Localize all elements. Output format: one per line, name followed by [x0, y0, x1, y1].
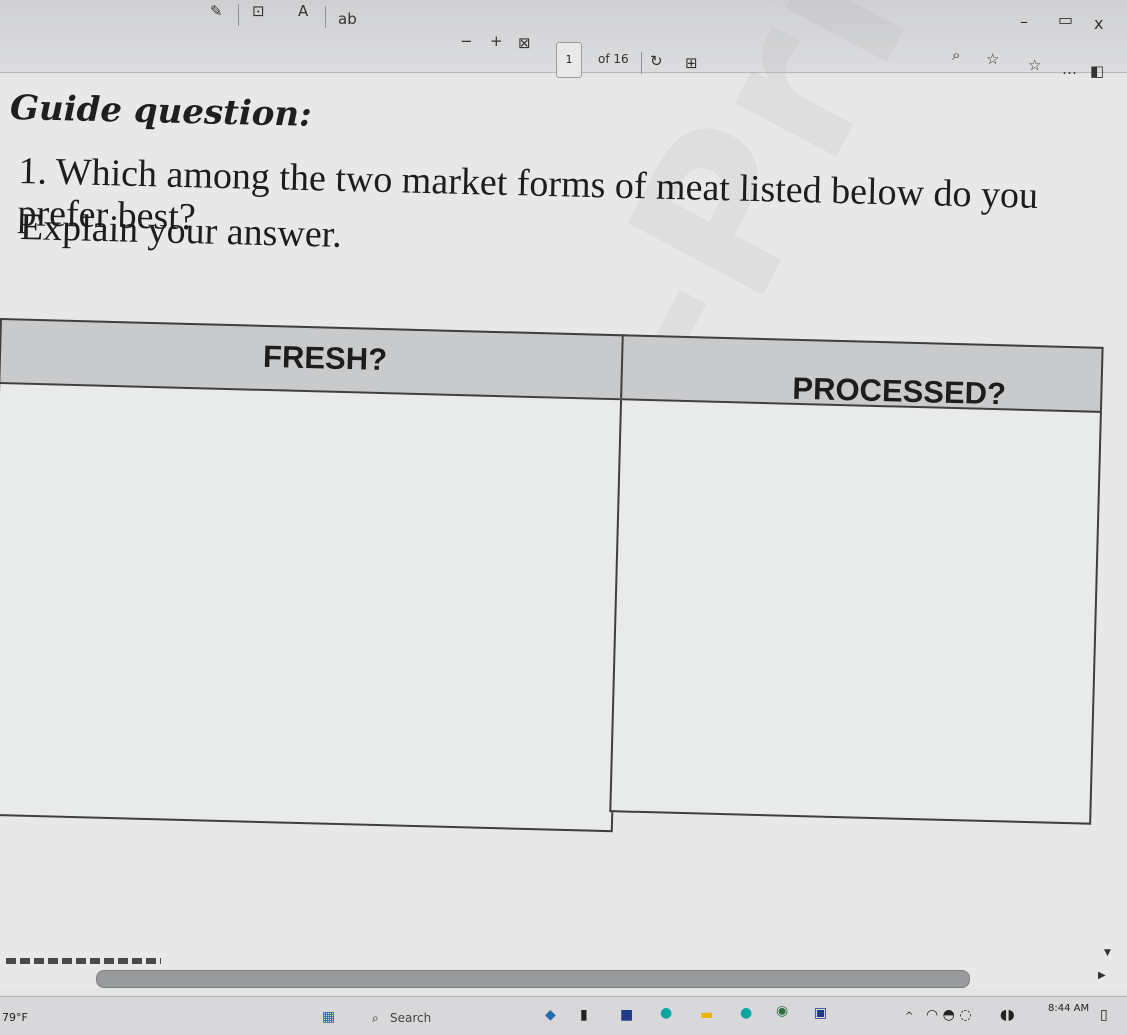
zoom-out-button[interactable]: −: [460, 32, 473, 50]
horizontal-scrollbar[interactable]: [96, 970, 970, 988]
rotate-icon[interactable]: ↻: [650, 52, 663, 70]
restore-icon[interactable]: ▭: [1058, 10, 1073, 29]
task-view-icon[interactable]: ▮: [580, 1007, 588, 1023]
scroll-down-icon[interactable]: ▼: [1104, 948, 1111, 958]
zoom-in-button[interactable]: +: [490, 32, 503, 50]
close-button[interactable]: x: [1094, 14, 1103, 33]
taskbar-search[interactable]: Search: [390, 1011, 431, 1025]
text-box-icon[interactable]: ⊡: [252, 2, 265, 20]
clock[interactable]: 8:44 AM: [1048, 1003, 1089, 1014]
scroll-right-icon[interactable]: ▶: [1098, 970, 1106, 981]
app-icon-2[interactable]: ▣: [814, 1005, 827, 1021]
edge-icon[interactable]: ●: [660, 1005, 672, 1021]
favorite-icon[interactable]: ☆: [986, 50, 999, 68]
toolbar-divider: [325, 6, 326, 28]
page-heading: Guide question:: [9, 88, 313, 135]
fresh-answer-cell[interactable]: [0, 381, 625, 833]
tray-expand-icon[interactable]: ^: [905, 1011, 913, 1022]
chat-icon[interactable]: ◉: [776, 1003, 788, 1019]
fresh-header-label: FRESH?: [262, 338, 388, 378]
page-count-label: of 16: [598, 52, 629, 66]
text-size-icon[interactable]: A: [298, 2, 308, 20]
ab-label[interactable]: ab: [338, 10, 357, 28]
more-icon[interactable]: …: [1062, 60, 1077, 78]
search-icon[interactable]: ⌕: [952, 46, 960, 64]
minimize-button[interactable]: –: [1020, 12, 1028, 31]
toolbar-divider: [238, 4, 239, 26]
start-icon[interactable]: ▦: [322, 1009, 335, 1025]
dashed-line: [6, 958, 161, 964]
weather-label[interactable]: 79°F: [2, 1011, 28, 1024]
search-icon[interactable]: ⌕: [372, 1011, 379, 1026]
app-icon[interactable]: ◆: [545, 1007, 556, 1023]
fit-page-icon[interactable]: ⊠: [518, 34, 531, 52]
toolbar-divider: [641, 52, 642, 74]
draw-icon[interactable]: ✎: [210, 2, 223, 20]
browser-icon[interactable]: ●: [740, 1005, 752, 1021]
taskbar: 79°F ▦ ⌕ Search ◆ ▮ ■ ● ▬ ● ◉ ▣ ^ ◠ ◓ ◌ …: [0, 996, 1127, 1035]
answer-table: FRESH? PROCESSED?: [0, 318, 1110, 877]
store-icon[interactable]: ■: [620, 1007, 633, 1023]
volume-icon[interactable]: ◖◗: [1000, 1007, 1015, 1023]
add-favorite-icon[interactable]: ☆: [1028, 56, 1041, 74]
notification-icon[interactable]: ▯: [1100, 1007, 1108, 1023]
processed-answer-cell[interactable]: [609, 398, 1102, 825]
question-line-2: Explain your answer.: [19, 206, 343, 256]
folder-icon[interactable]: ▬: [700, 1007, 713, 1023]
page-number-input[interactable]: 1: [556, 42, 582, 78]
tray-icons[interactable]: ◠ ◓ ◌: [926, 1007, 972, 1023]
